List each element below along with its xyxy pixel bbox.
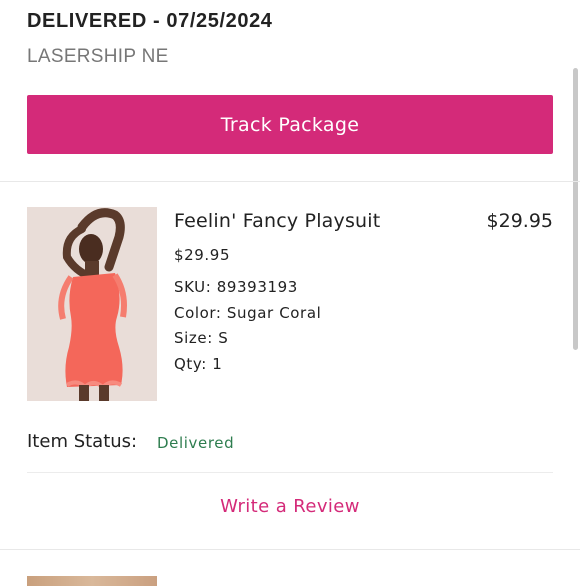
section-divider: [0, 549, 580, 550]
product-name[interactable]: Feelin' Fancy Playsuit: [174, 210, 380, 232]
product-color: Color: Sugar Coral: [174, 304, 322, 322]
item-status-value: Delivered: [157, 434, 235, 452]
product-image[interactable]: [27, 207, 157, 401]
product-image-graphic: [27, 207, 157, 401]
track-package-button[interactable]: Track Package: [27, 95, 553, 154]
section-divider: [0, 181, 580, 182]
write-review-link[interactable]: Write a Review: [0, 496, 580, 517]
next-product-image[interactable]: [27, 576, 157, 586]
scrollbar[interactable]: [573, 68, 578, 350]
delivery-status: DELIVERED - 07/25/2024: [27, 10, 273, 32]
product-quantity: Qty: 1: [174, 355, 223, 373]
item-divider: [27, 472, 553, 473]
product-total-price: $29.95: [486, 210, 553, 232]
product-sku: SKU: 89393193: [174, 278, 298, 296]
carrier-name: LASERSHIP NE: [27, 46, 169, 67]
item-status-label: Item Status:: [27, 431, 138, 452]
product-unit-price: $29.95: [174, 246, 231, 264]
product-size: Size: S: [174, 329, 229, 347]
